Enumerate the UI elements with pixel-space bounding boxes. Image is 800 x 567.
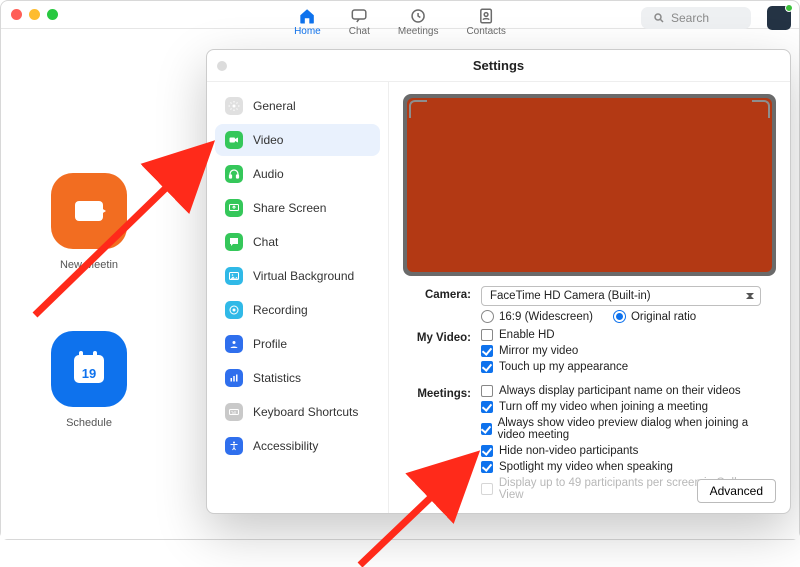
tile-label: New Meetin [60,259,118,271]
settings-sidebar: General Video Audio Share Screen Chat [207,82,389,513]
check-label: Mirror my video [499,345,578,357]
sidebar-item-label: Video [253,133,283,147]
tab-label: Contacts [466,26,505,37]
clock-icon [409,8,427,24]
sidebar-item-recording[interactable]: Recording [215,294,380,326]
radio-label: 16:9 (Widescreen) [499,311,593,323]
video-icon [75,201,103,221]
radio-16-9[interactable]: 16:9 (Widescreen) [481,310,593,323]
check-label: Always display participant name on their… [499,385,741,397]
sidebar-item-label: Profile [253,337,287,351]
camera-label: Camera: [403,286,471,301]
sidebar-item-statistics[interactable]: Statistics [215,362,380,394]
check-label: Always show video preview dialog when jo… [498,417,776,441]
chat-icon [350,8,368,24]
share-icon [225,199,243,217]
stats-icon [225,369,243,387]
window-controls [11,9,58,20]
check-label: Spotlight my video when speaking [499,461,673,473]
sidebar-item-accessibility[interactable]: Accessibility [215,430,380,462]
close-window-button[interactable] [11,9,22,20]
sidebar-item-label: Statistics [253,371,301,385]
sidebar-item-profile[interactable]: Profile [215,328,380,360]
tab-contacts[interactable]: Contacts [466,8,505,37]
record-icon [225,301,243,319]
sidebar-item-virtual-background[interactable]: Virtual Background [215,260,380,292]
top-nav: Home Chat Meetings Contacts [294,1,506,43]
sidebar-item-label: Chat [253,235,278,249]
headphones-icon [225,165,243,183]
tile-schedule[interactable]: 19 Schedule [51,331,127,429]
sidebar-item-video[interactable]: Video [215,124,380,156]
tab-label: Chat [349,26,370,37]
check-spotlight[interactable]: Spotlight my video when speaking [481,461,776,473]
search-input[interactable]: Search [641,7,751,29]
sidebar-item-chat[interactable]: Chat [215,226,380,258]
presence-indicator [785,4,793,12]
sidebar-item-label: Audio [253,167,284,181]
sidebar-item-label: Virtual Background [253,269,354,283]
search-wrap: Search [641,7,751,29]
settings-title: Settings [473,58,524,73]
advanced-button[interactable]: Advanced [697,479,776,503]
check-display-name[interactable]: Always display participant name on their… [481,385,776,397]
tab-chat[interactable]: Chat [349,8,370,37]
keyboard-icon [225,403,243,421]
sidebar-item-label: Share Screen [253,201,326,215]
sidebar-item-label: Accessibility [253,439,318,453]
radio-label: Original ratio [631,311,696,323]
tab-home[interactable]: Home [294,8,321,37]
video-preview [403,94,776,276]
search-placeholder: Search [671,11,709,25]
main-window: Home Chat Meetings Contacts Search [0,0,800,540]
check-label: Hide non-video participants [499,445,638,457]
tab-label: Meetings [398,26,439,37]
sidebar-item-keyboard-shortcuts[interactable]: Keyboard Shortcuts [215,396,380,428]
meetings-label: Meetings: [403,385,471,400]
tab-meetings[interactable]: Meetings [398,8,439,37]
check-touch-up[interactable]: Touch up my appearance [481,361,776,373]
gear-icon [225,97,243,115]
close-icon[interactable] [217,61,227,71]
sidebar-item-general[interactable]: General [215,90,380,122]
radio-original-ratio[interactable]: Original ratio [613,310,696,323]
home-icon [298,8,316,24]
settings-titlebar: Settings [207,50,790,82]
accessibility-icon [225,437,243,455]
avatar[interactable] [767,6,791,30]
my-video-label: My Video: [403,329,471,344]
settings-content: Camera: FaceTime HD Camera (Built-in) 16… [389,82,790,513]
check-label: Enable HD [499,329,555,341]
settings-window: Settings General Video Audio [206,49,791,514]
minimize-window-button[interactable] [29,9,40,20]
profile-icon [225,335,243,353]
check-show-preview[interactable]: Always show video preview dialog when jo… [481,417,776,441]
sidebar-item-label: Keyboard Shortcuts [253,405,358,419]
image-icon [225,267,243,285]
sidebar-item-label: General [253,99,296,113]
check-label: Turn off my video when joining a meeting [499,401,708,413]
calendar-icon: 19 [74,355,104,383]
check-turn-off-join[interactable]: Turn off my video when joining a meeting [481,401,776,413]
camera-value: FaceTime HD Camera (Built-in) [490,290,651,302]
tile-label: Schedule [66,417,112,429]
tab-label: Home [294,26,321,37]
video-icon [225,131,243,149]
search-icon [653,12,665,24]
tile-new-meeting[interactable]: New Meetin [51,173,127,271]
contacts-icon [477,8,495,24]
check-label: Touch up my appearance [499,361,628,373]
check-mirror[interactable]: Mirror my video [481,345,776,357]
sidebar-item-audio[interactable]: Audio [215,158,380,190]
check-enable-hd[interactable]: Enable HD [481,329,776,341]
zoom-window-button[interactable] [47,9,58,20]
chat-icon [225,233,243,251]
camera-select[interactable]: FaceTime HD Camera (Built-in) [481,286,761,306]
sidebar-item-label: Recording [253,303,308,317]
check-hide-nonvideo[interactable]: Hide non-video participants [481,445,776,457]
sidebar-item-share-screen[interactable]: Share Screen [215,192,380,224]
